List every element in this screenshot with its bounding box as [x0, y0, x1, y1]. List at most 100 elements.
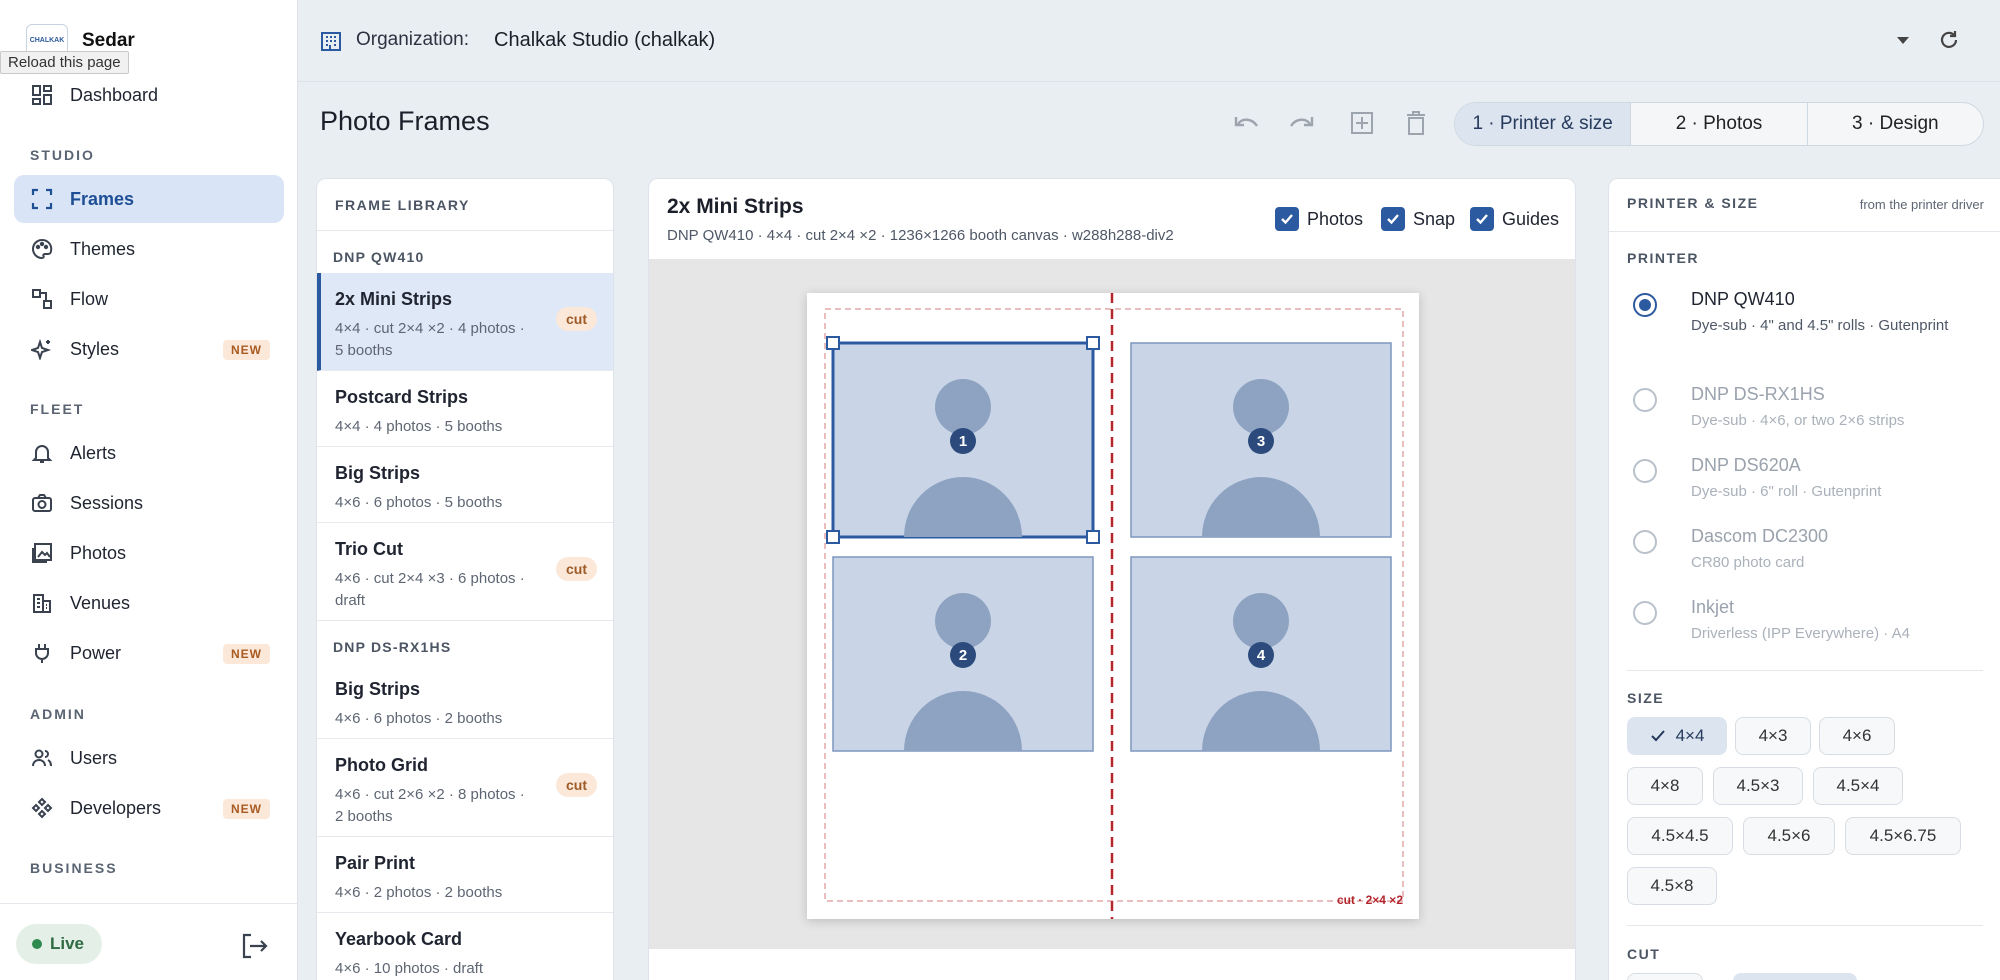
resize-handle[interactable] — [1086, 336, 1100, 350]
slot-number: 4 — [1257, 647, 1266, 664]
library-item[interactable]: Trio Cut 4×6 · cut 2×4 ×3 · 6 photos · d… — [317, 523, 613, 621]
size-chip-label: 4×3 — [1758, 726, 1788, 745]
cut-option[interactable] — [1627, 973, 1703, 980]
resize-handle[interactable] — [826, 530, 840, 544]
photos-toggle-label: Photos — [1307, 208, 1364, 229]
cut-option-selected[interactable] — [1733, 973, 1857, 980]
chevron-down-icon[interactable] — [1894, 34, 1912, 46]
sidebar-item-venues[interactable]: Venues — [14, 579, 284, 627]
plug-icon — [30, 641, 54, 665]
step-tabs: 1 · Printer & size 2 · Photos 3 · Design — [1454, 102, 1984, 146]
check-icon — [1650, 730, 1665, 742]
sidebar-item-alerts[interactable]: Alerts — [14, 429, 284, 477]
live-status[interactable]: Live — [16, 924, 102, 964]
frame-name: Big Strips — [335, 463, 421, 483]
sidebar-item-frames[interactable]: Frames — [14, 175, 284, 223]
slot-number: 3 — [1257, 433, 1265, 450]
frame-meta: 4×6 · 6 photos · 2 booths — [335, 710, 503, 727]
sidebar-item-users[interactable]: Users — [14, 734, 284, 782]
live-label: Live — [50, 934, 85, 953]
library-item[interactable]: Postcard Strips 4×4 · 4 photos · 5 booth… — [317, 371, 613, 447]
printer-option-inkjet[interactable]: Inkjet Driverless (IPP Everywhere) · A4 — [1633, 597, 1933, 647]
photo-slot-2[interactable]: 2 — [832, 556, 1094, 752]
resize-handle[interactable] — [1086, 530, 1100, 544]
size-chip-4.5x6.75[interactable]: 4.5×6.75 — [1845, 817, 1961, 855]
sidebar-item-styles[interactable]: Styles NEW — [14, 325, 284, 373]
sidebar-item-label: Developers — [70, 797, 162, 818]
organization-icon — [320, 30, 342, 52]
printer-option-dnp-ds-rx1hs[interactable]: DNP DS-RX1HS Dye-sub · 4×6, or two 2×6 s… — [1633, 384, 1933, 434]
sidebar-item-dashboard[interactable]: Dashboard — [14, 71, 284, 119]
radio-icon — [1633, 459, 1657, 483]
size-chip-4x4[interactable]: 4×4 — [1627, 717, 1727, 755]
sidebar-item-flow[interactable]: Flow — [14, 275, 284, 323]
printer-group-label: DNP QW410 — [333, 249, 425, 265]
printer-option-dnp-ds620a[interactable]: DNP DS620A Dye-sub · 6" roll · Gutenprin… — [1633, 455, 1933, 505]
printer-option-dnp-qw410[interactable]: DNP QW410 Dye-sub · 4" and 4.5" rolls · … — [1633, 289, 1948, 353]
printer-size-panel: PRINTER & SIZE from the printer driver P… — [1608, 178, 2000, 980]
library-item[interactable]: 2x Mini Strips 4×4 · cut 2×4 ×2 · 4 phot… — [317, 273, 613, 371]
delete-button[interactable] — [1397, 104, 1435, 142]
size-chip-4x6[interactable]: 4×6 — [1819, 717, 1895, 755]
tab-design[interactable]: 3 · Design — [1806, 103, 1983, 145]
sidebar-item-themes[interactable]: Themes — [14, 225, 284, 273]
size-chip-4.5x3[interactable]: 4.5×3 — [1713, 767, 1803, 805]
sidebar-item-power[interactable]: Power NEW — [14, 629, 284, 677]
resize-handle[interactable] — [826, 336, 840, 350]
size-chip-label: 4.5×6.75 — [1869, 826, 1937, 845]
photo-slot-1[interactable]: 1 — [826, 336, 1100, 544]
sidebar-item-label: Power — [70, 642, 122, 663]
library-item[interactable]: Photo Grid 4×6 · cut 2×6 ×2 · 8 photos ·… — [317, 739, 613, 837]
size-chip-4.5x4[interactable]: 4.5×4 — [1813, 767, 1903, 805]
printer-description: Dye-sub · 4×6, or two 2×6 strips — [1691, 412, 1905, 429]
printer-name: Dascom DC2300 — [1691, 526, 1829, 546]
undo-button[interactable] — [1228, 104, 1266, 142]
redo-button[interactable] — [1282, 104, 1320, 142]
snap-toggle[interactable]: Snap — [1381, 207, 1455, 231]
size-chip-4.5x4.5[interactable]: 4.5×4.5 — [1627, 817, 1733, 855]
library-item[interactable]: Pair Print 4×6 · 2 photos · 2 booths — [317, 837, 613, 913]
palette-icon — [30, 237, 54, 261]
photo-slot-3[interactable]: 3 — [1130, 342, 1392, 538]
frame-meta: 4×4 · 4 photos · 5 booths — [335, 418, 503, 435]
frame-name: Postcard Strips — [335, 387, 469, 407]
tab-printer-size[interactable]: 1 · Printer & size — [1455, 103, 1631, 145]
printer-description: Dye-sub · 6" roll · Gutenprint — [1691, 483, 1882, 500]
guides-toggle[interactable]: Guides — [1470, 207, 1559, 231]
printer-option-dascom-dc2300[interactable]: Dascom DC2300 CR80 photo card — [1633, 526, 1933, 576]
library-item[interactable]: Big Strips 4×6 · 6 photos · 2 booths — [317, 663, 613, 739]
logout-icon[interactable] — [238, 930, 270, 962]
library-item[interactable]: Yearbook Card 4×6 · 10 photos · draft — [317, 913, 613, 980]
sidebar-item-photos[interactable]: Photos — [14, 529, 284, 577]
printer-name: Inkjet — [1691, 597, 1735, 617]
size-chip-label: 4.5×4 — [1836, 776, 1880, 795]
print-sheet: 1 3 2 4 cut · 2×4 ×2 — [807, 293, 1419, 919]
add-slot-button[interactable] — [1343, 104, 1381, 142]
frame-meta: 4×4 · cut 2×4 ×2 · 4 photos · 5 booths — [335, 320, 525, 359]
refresh-icon[interactable] — [1938, 29, 1960, 51]
checkbox-checked-icon — [1275, 207, 1299, 231]
camera-icon — [30, 491, 54, 515]
photo-slot-4[interactable]: 4 — [1130, 556, 1392, 752]
photos-toggle[interactable]: Photos — [1275, 207, 1363, 231]
radio-selected-icon — [1633, 293, 1657, 317]
section-studio: STUDIO — [30, 147, 95, 163]
frame-name: Yearbook Card — [335, 929, 463, 949]
size-chip-4x3[interactable]: 4×3 — [1735, 717, 1811, 755]
size-chip-4x8[interactable]: 4×8 — [1627, 767, 1703, 805]
canvas-panel: 2x Mini Strips DNP QW410 · 4×4 · cut 2×4… — [648, 178, 1576, 980]
size-chip-label: 4.5×6 — [1767, 826, 1811, 845]
library-item[interactable]: Big Strips 4×6 · 6 photos · 5 booths — [317, 447, 613, 523]
section-admin: ADMIN — [30, 706, 86, 722]
tab-photos[interactable]: 2 · Photos — [1630, 103, 1806, 145]
live-dot — [32, 939, 42, 949]
sheet-svg: 1 3 2 4 cut · 2×4 ×2 — [824, 293, 1404, 919]
cut-badge: cut — [556, 557, 597, 581]
size-chip-4.5x6[interactable]: 4.5×6 — [1743, 817, 1835, 855]
sidebar-item-sessions[interactable]: Sessions — [14, 479, 284, 527]
size-chip-4.5x8[interactable]: 4.5×8 — [1627, 867, 1717, 905]
photo-icon — [30, 541, 54, 565]
printer-label: PRINTER — [1627, 250, 1699, 266]
sidebar-item-developers[interactable]: Developers NEW — [14, 784, 284, 832]
org-select-value[interactable]: Chalkak Studio (chalkak) — [494, 29, 715, 52]
